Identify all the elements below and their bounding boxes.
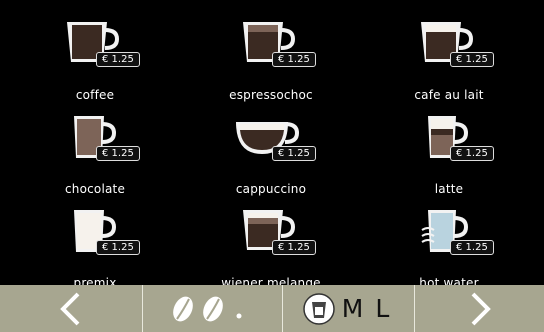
drink-label: latte [434, 182, 464, 196]
strength-selector[interactable] [143, 285, 283, 332]
drink-tile-hot-water[interactable]: € 1.25 hot water [364, 200, 534, 292]
drink-label: coffee [75, 88, 115, 102]
chevron-right-icon [471, 292, 491, 325]
price-badge: € 1.25 [96, 52, 140, 67]
drink-tile-chocolate[interactable]: € 1.25 chocolate [10, 106, 180, 198]
drink-tile-cappuccino[interactable]: € 1.25 cappuccino [186, 106, 356, 198]
coffee-bean-icon [172, 296, 241, 321]
price-badge: € 1.25 [96, 240, 140, 255]
price-badge: € 1.25 [450, 52, 494, 67]
cup-select-icon [302, 292, 335, 325]
drink-label: cafe au lait [414, 88, 484, 102]
drink-tile-premix[interactable]: € 1.25 premix [10, 200, 180, 292]
drink-label: cappuccino [235, 182, 307, 196]
price-badge: € 1.25 [96, 146, 140, 161]
drink-grid: € 1.25 coffee € 1.25 espressochoc € 1.25 cafe… [10, 10, 534, 290]
drink-tile-latte[interactable]: € 1.25 latte [364, 106, 534, 198]
previous-page-button[interactable] [0, 285, 143, 332]
price-badge: € 1.25 [450, 240, 494, 255]
drink-selection-screen: € 1.25 coffee € 1.25 espressochoc € 1.25 cafe… [0, 0, 544, 332]
price-badge: € 1.25 [272, 240, 316, 255]
cup-size-selector[interactable]: M L [283, 285, 415, 332]
next-page-button[interactable] [415, 285, 544, 332]
size-medium-label[interactable]: M [342, 294, 364, 323]
price-badge: € 1.25 [272, 146, 316, 161]
drink-tile-wiener-melange[interactable]: € 1.25 wiener melange [186, 200, 356, 292]
drink-label: espressochoc [229, 88, 313, 102]
drink-tile-espressochoc[interactable]: € 1.25 espressochoc [186, 12, 356, 104]
drink-tile-coffee[interactable]: € 1.25 coffee [10, 12, 180, 104]
price-badge: € 1.25 [272, 52, 316, 67]
price-badge: € 1.25 [450, 146, 494, 161]
drink-label: chocolate [64, 182, 126, 196]
size-large-label[interactable]: L [375, 294, 389, 323]
chevron-left-icon [60, 292, 80, 325]
bottom-toolbar: M L [0, 285, 544, 332]
drink-tile-cafe-au-lait[interactable]: € 1.25 cafe au lait [364, 12, 534, 104]
